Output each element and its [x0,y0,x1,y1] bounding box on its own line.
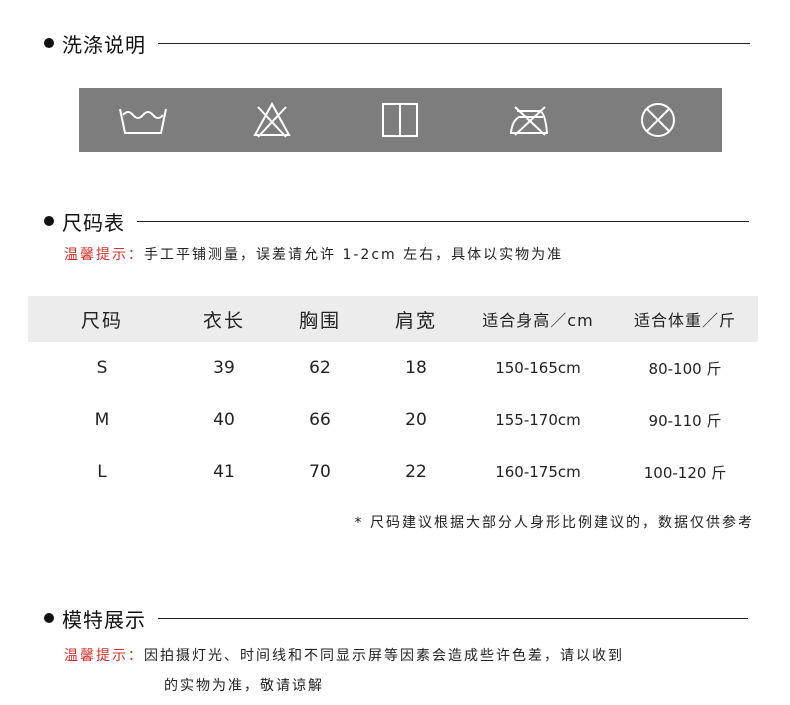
cell-weight: 80-100 斤 [648,359,722,378]
cell-shoulder: 18 [405,358,427,378]
table-row: M 40 66 20 155-170cm 90-110 斤 [28,394,758,446]
model-show-section-header: 模特展示 [44,603,748,633]
cell-size: S [96,358,108,378]
model-show-tip-line1: 温馨提示：因拍摄灯光、时间线和不同显示屏等因素会造成些许色差，请以收到 [64,645,624,665]
table-row: S 39 62 18 150-165cm 80-100 斤 [28,342,758,394]
header-divider [158,42,750,44]
header-shoulder: 肩宽 [394,309,437,332]
wash-basin-icon [115,98,171,142]
tip-text: 手工平铺测量，误差请允许 1-2cm 左右，具体以实物为准 [144,247,564,263]
size-table: 尺码 衣长 胸围 肩宽 适合身高／cm 适合体重／斤 S 39 62 18 15… [28,296,758,498]
size-chart-title: 尺码表 [62,210,125,235]
cell-height: 160-175cm [495,463,581,481]
cell-weight: 90-110 斤 [648,411,722,430]
cell-chest: 62 [309,358,331,378]
header-size: 尺码 [80,309,123,332]
no-bleach-icon [244,98,300,142]
tip-label: 温馨提示： [64,648,144,664]
cell-shoulder: 20 [405,410,427,430]
header-divider [137,220,749,222]
cell-shoulder: 22 [405,462,427,482]
cell-length: 41 [213,462,235,482]
table-header-row: 尺码 衣长 胸围 肩宽 适合身高／cm 适合体重／斤 [28,296,758,342]
tip-text: 因拍摄灯光、时间线和不同显示屏等因素会造成些许色差，请以收到 [144,648,624,664]
line-dry-icon [372,98,428,142]
bullet-dot [44,38,54,48]
size-chart-tip: 温馨提示：手工平铺测量，误差请允许 1-2cm 左右，具体以实物为准 [64,244,563,264]
model-show-tip-line2: 的实物为准，敬请谅解 [164,675,324,695]
header-chest: 胸围 [298,309,341,332]
cell-length: 40 [213,410,235,430]
cell-chest: 66 [309,410,331,430]
cell-height: 150-165cm [495,359,581,377]
cell-weight: 100-120 斤 [643,463,727,482]
washing-icons-band [79,88,722,152]
cell-length: 39 [213,358,235,378]
cell-size: L [97,462,107,482]
header-weight: 适合体重／斤 [633,311,736,330]
model-show-title: 模特展示 [62,607,146,632]
cell-height: 155-170cm [495,411,581,429]
header-divider [158,617,748,619]
size-chart-section-header: 尺码表 [44,206,749,236]
tip-label: 温馨提示： [64,247,144,263]
no-tumble-dry-icon [630,98,686,142]
table-row: L 41 70 22 160-175cm 100-120 斤 [28,446,758,498]
cell-size: M [94,410,110,430]
tip-text: 的实物为准，敬请谅解 [164,678,324,694]
cell-chest: 70 [309,462,331,482]
bullet-dot [44,613,54,623]
washing-title: 洗涤说明 [62,32,146,57]
header-height: 适合身高／cm [482,311,594,330]
bullet-dot [44,216,54,226]
washing-section-header: 洗涤说明 [44,28,750,58]
size-chart-note: * 尺码建议根据大部分人身形比例建议的，数据仅供参考 [354,515,754,531]
header-length: 衣长 [202,309,245,332]
no-iron-icon [501,98,557,142]
